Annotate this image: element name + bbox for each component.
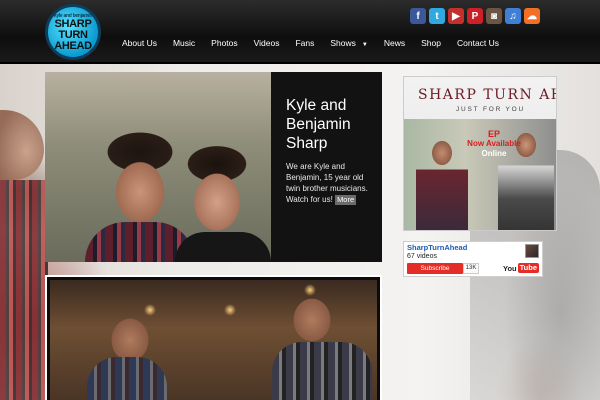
ep-photo-left [416, 131, 468, 230]
hero-photo-detail [175, 232, 271, 262]
hero-description: We are Kyle and Benjamin, 15 year old tw… [286, 161, 376, 205]
youtube-channel-name[interactable]: SharpTurnAhead [407, 243, 467, 252]
more-button[interactable]: More [335, 195, 357, 205]
ep-label-line-3: Online [481, 149, 507, 158]
performance-photo-detail [87, 357, 167, 400]
nav-item-shows[interactable]: Shows ▼ [322, 38, 375, 48]
nav-item-photos[interactable]: Photos [203, 38, 245, 48]
nav-item-news[interactable]: News [376, 38, 413, 48]
nav-item-music[interactable]: Music [165, 38, 203, 48]
soundcloud-icon[interactable]: ☁ [524, 8, 540, 24]
hero-slide: Kyle and Benjamin Sharp We are Kyle and … [45, 72, 382, 262]
facebook-icon[interactable]: f [410, 8, 426, 24]
nav-item-videos[interactable]: Videos [246, 38, 288, 48]
site-header: kyle and benjamin SHARP TURN AHEAD About… [0, 0, 600, 64]
chevron-down-icon: ▼ [361, 42, 368, 48]
pinterest-icon[interactable]: P [467, 8, 483, 24]
ep-title: SHARP TURN AHEAD [418, 87, 556, 103]
hero-caption: Kyle and Benjamin Sharp We are Kyle and … [286, 96, 376, 205]
nav-item-about-us[interactable]: About Us [120, 38, 165, 48]
background-shirt-left [0, 180, 48, 400]
nav-item-shop[interactable]: Shop [413, 38, 449, 48]
youtube-logo[interactable]: You Tube [503, 262, 539, 274]
youtube-icon[interactable]: ▶ [448, 8, 464, 24]
nav-item-shows-label: Shows [330, 38, 356, 48]
youtube-logo-you: You [503, 263, 517, 273]
main-nav: About Us Music Photos Videos Fans Shows ▼… [120, 38, 507, 48]
subscriber-count: 13K [463, 263, 479, 274]
social-links: f t ▶ P ◙ ♫ ☁ [410, 8, 540, 24]
itunes-icon[interactable]: ♫ [505, 8, 521, 24]
nav-item-contact-us[interactable]: Contact Us [449, 38, 507, 48]
ep-promo-banner[interactable]: SHARP TURN AHEAD JUST FOR YOU EP Now Ava… [403, 76, 557, 231]
instagram-icon[interactable]: ◙ [486, 8, 502, 24]
logo-line-3: AHEAD [54, 39, 92, 52]
site-logo[interactable]: kyle and benjamin SHARP TURN AHEAD [45, 4, 101, 60]
ep-label-line-1: EP [487, 129, 500, 139]
youtube-logo-tube: Tube [517, 263, 539, 273]
nav-item-fans[interactable]: Fans [287, 38, 322, 48]
ep-availability: EP Now Available Online [464, 129, 524, 159]
performance-photo-detail [272, 342, 372, 400]
ep-subtitle: JUST FOR YOU [456, 106, 526, 113]
performance-photo[interactable] [45, 275, 382, 400]
youtube-video-count: 67 videos [407, 253, 437, 260]
twitter-icon[interactable]: t [429, 8, 445, 24]
logo-line-2: TURN [58, 28, 88, 41]
logo-line-1: SHARP [54, 17, 92, 30]
subscribe-button[interactable]: Subscribe [407, 263, 463, 274]
avatar[interactable] [525, 244, 539, 258]
ep-label-line-2: Now Available [467, 139, 521, 148]
hero-title: Kyle and Benjamin Sharp [286, 97, 351, 152]
youtube-widget: SharpTurnAhead 67 videos Subscribe 13K Y… [403, 241, 543, 277]
